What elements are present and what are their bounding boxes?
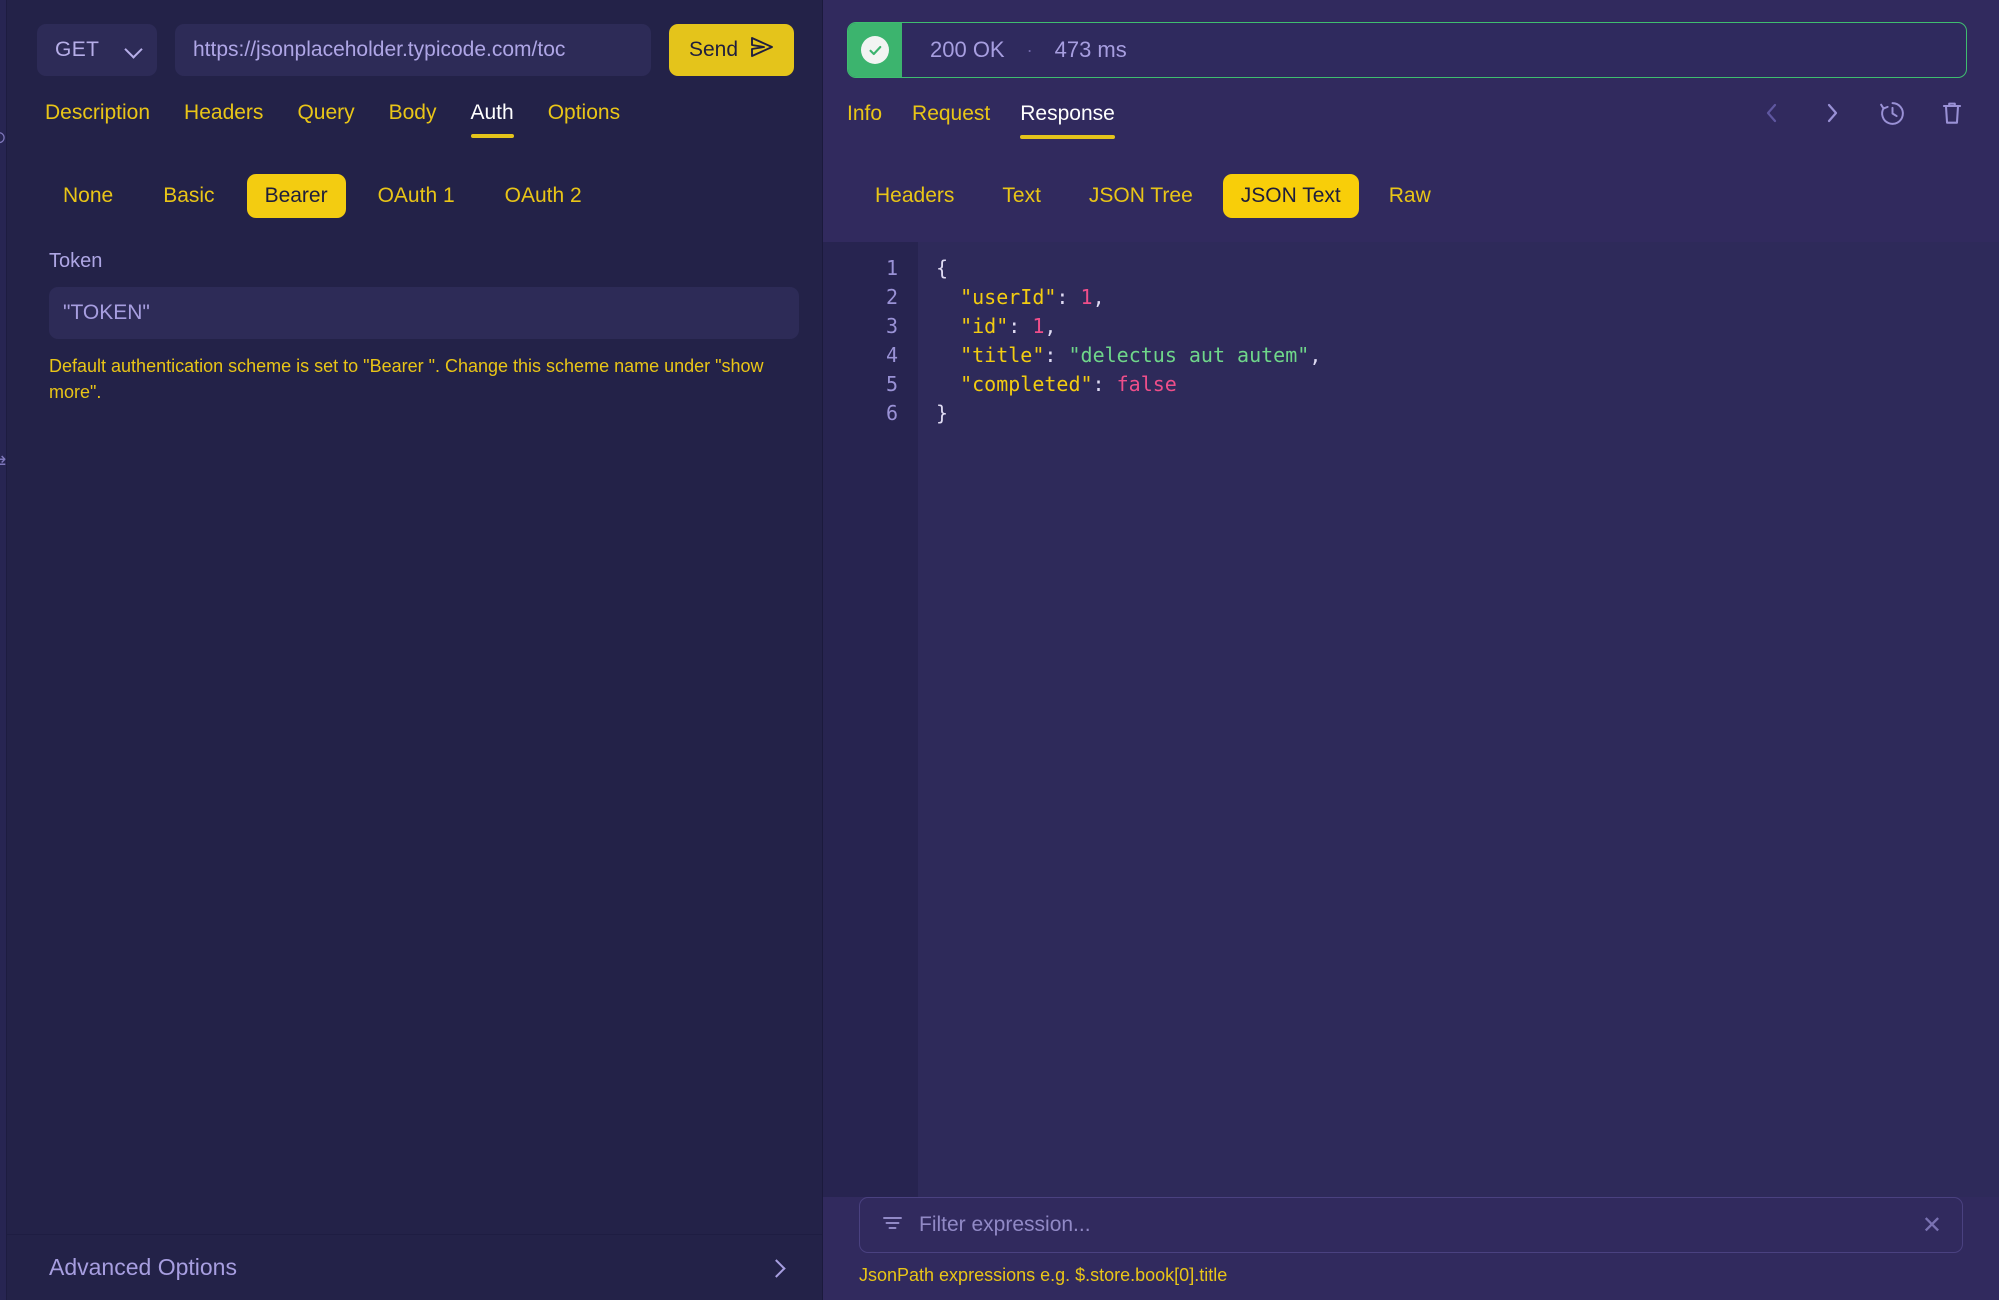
close-icon[interactable]: ✕ xyxy=(1922,1211,1942,1240)
request-tabs: Description Headers Query Body Auth Opti… xyxy=(7,76,822,138)
api-client-window: ⊙ ⇄ GET https://jsonplaceholder.typicode… xyxy=(0,0,1999,1300)
url-input[interactable]: https://jsonplaceholder.typicode.com/toc xyxy=(175,24,651,76)
tab-options[interactable]: Options xyxy=(548,101,620,138)
code-line: { xyxy=(936,254,1999,283)
rail-fragment-icon: ⇄ xyxy=(0,452,6,472)
status-bar: 200 OK · 473 ms xyxy=(847,22,1967,78)
check-circle-icon xyxy=(861,36,889,64)
send-button-label: Send xyxy=(688,38,738,61)
code-token: , xyxy=(1044,314,1057,338)
token-field-group: Token "TOKEN" Default authentication sch… xyxy=(7,218,822,405)
code-token: : xyxy=(1008,314,1033,338)
code-token: 1 xyxy=(1032,314,1045,338)
code-token: "completed" xyxy=(960,372,1093,396)
chevron-down-icon xyxy=(126,42,142,58)
tab-response[interactable]: Response xyxy=(1020,102,1115,139)
advanced-options-button[interactable]: Advanced Options xyxy=(7,1234,822,1300)
code-token: "userId" xyxy=(960,285,1057,309)
code-token: , xyxy=(1309,343,1322,367)
url-bar: GET https://jsonplaceholder.typicode.com… xyxy=(7,0,822,76)
format-raw[interactable]: Raw xyxy=(1371,174,1449,218)
trash-icon[interactable] xyxy=(1937,98,1967,128)
auth-scheme-oauth2[interactable]: OAuth 2 xyxy=(487,174,600,218)
line-number-gutter: 1 2 3 4 5 6 xyxy=(823,242,918,1197)
auth-scheme-tabs: None Basic Bearer OAuth 1 OAuth 2 xyxy=(7,138,822,218)
status-separator: · xyxy=(1026,39,1033,60)
token-input[interactable]: "TOKEN" xyxy=(49,287,799,339)
code-line: } xyxy=(936,399,1999,428)
code-token: 1 xyxy=(1080,285,1093,309)
format-json-tree[interactable]: JSON Tree xyxy=(1071,174,1211,218)
filter-icon xyxy=(882,1214,903,1237)
tab-headers[interactable]: Headers xyxy=(184,101,263,138)
response-body-viewer[interactable]: 1 2 3 4 5 6 { "userId": 1, "id": 1, "title": … xyxy=(823,242,1999,1197)
line-number: 1 xyxy=(885,256,898,280)
code-line: "id": 1, xyxy=(936,312,1999,341)
tab-request[interactable]: Request xyxy=(912,102,990,139)
filter-hint: JsonPath expressions e.g. $.store.book[0… xyxy=(859,1265,1228,1285)
status-code: 200 OK xyxy=(930,37,1005,62)
request-panel: GET https://jsonplaceholder.typicode.com… xyxy=(7,0,823,1300)
code-token: , xyxy=(1092,285,1105,309)
code-token: "title" xyxy=(960,343,1045,367)
left-rail[interactable]: ⊙ ⇄ xyxy=(0,0,7,1300)
send-button[interactable]: Send xyxy=(668,24,794,76)
tab-description[interactable]: Description xyxy=(45,101,150,138)
chevron-left-icon[interactable] xyxy=(1757,98,1787,128)
format-text[interactable]: Text xyxy=(984,174,1059,218)
send-icon xyxy=(750,36,774,64)
code-line: "title": "delectus aut autem", xyxy=(936,341,1999,370)
line-number: 6 xyxy=(885,401,898,425)
line-number: 4 xyxy=(885,343,898,367)
response-tabs-row: Info Request Response xyxy=(823,78,1999,140)
code-token: : xyxy=(1044,343,1069,367)
response-body-code[interactable]: { "userId": 1, "id": 1, "title": "delect… xyxy=(918,242,1999,1197)
status-icon-box xyxy=(848,23,902,77)
code-line: "completed": false xyxy=(936,370,1999,399)
auth-scheme-bearer[interactable]: Bearer xyxy=(246,174,346,218)
token-label: Token xyxy=(49,250,103,272)
line-number: 2 xyxy=(885,285,898,309)
code-token: { xyxy=(936,256,949,280)
history-icon[interactable] xyxy=(1877,98,1907,128)
line-number: 5 xyxy=(885,372,898,396)
code-line: "userId": 1, xyxy=(936,283,1999,312)
code-token: : xyxy=(1092,372,1117,396)
chevron-right-icon[interactable] xyxy=(1817,98,1847,128)
tab-info[interactable]: Info xyxy=(847,102,882,139)
tab-body[interactable]: Body xyxy=(389,101,437,138)
http-method-value: GET xyxy=(55,38,100,61)
response-panel: 200 OK · 473 ms Info Request Response He… xyxy=(823,0,1999,1300)
chevron-right-icon xyxy=(768,1259,786,1277)
auth-scheme-hint: Default authentication scheme is set to … xyxy=(49,356,764,403)
http-method-select[interactable]: GET xyxy=(37,24,157,76)
filter-placeholder: Filter expression... xyxy=(919,1213,1091,1236)
response-actions xyxy=(1757,98,1967,128)
auth-scheme-oauth1[interactable]: OAuth 1 xyxy=(360,174,473,218)
code-token: "delectus aut autem" xyxy=(1068,343,1310,367)
filter-area: Filter expression... ✕ JsonPath expressi… xyxy=(823,1197,1999,1300)
format-headers[interactable]: Headers xyxy=(857,174,972,218)
code-token: : xyxy=(1056,285,1081,309)
tab-query[interactable]: Query xyxy=(297,101,354,138)
tab-auth[interactable]: Auth xyxy=(470,101,514,138)
response-tabs: Info Request Response xyxy=(847,102,1115,139)
code-token: } xyxy=(936,401,949,425)
response-format-tabs: Headers Text JSON Tree JSON Text Raw xyxy=(823,140,1999,218)
line-number: 3 xyxy=(885,314,898,338)
advanced-options-label: Advanced Options xyxy=(49,1254,237,1280)
code-token: "id" xyxy=(960,314,1009,338)
rail-fragment-icon: ⊙ xyxy=(0,128,6,148)
status-time: 473 ms xyxy=(1054,37,1127,62)
status-text: 200 OK · 473 ms xyxy=(902,23,1127,77)
filter-input[interactable]: Filter expression... ✕ xyxy=(859,1197,1963,1253)
auth-scheme-none[interactable]: None xyxy=(45,174,131,218)
code-token: false xyxy=(1116,372,1177,396)
auth-scheme-basic[interactable]: Basic xyxy=(145,174,232,218)
format-json-text[interactable]: JSON Text xyxy=(1222,174,1359,218)
